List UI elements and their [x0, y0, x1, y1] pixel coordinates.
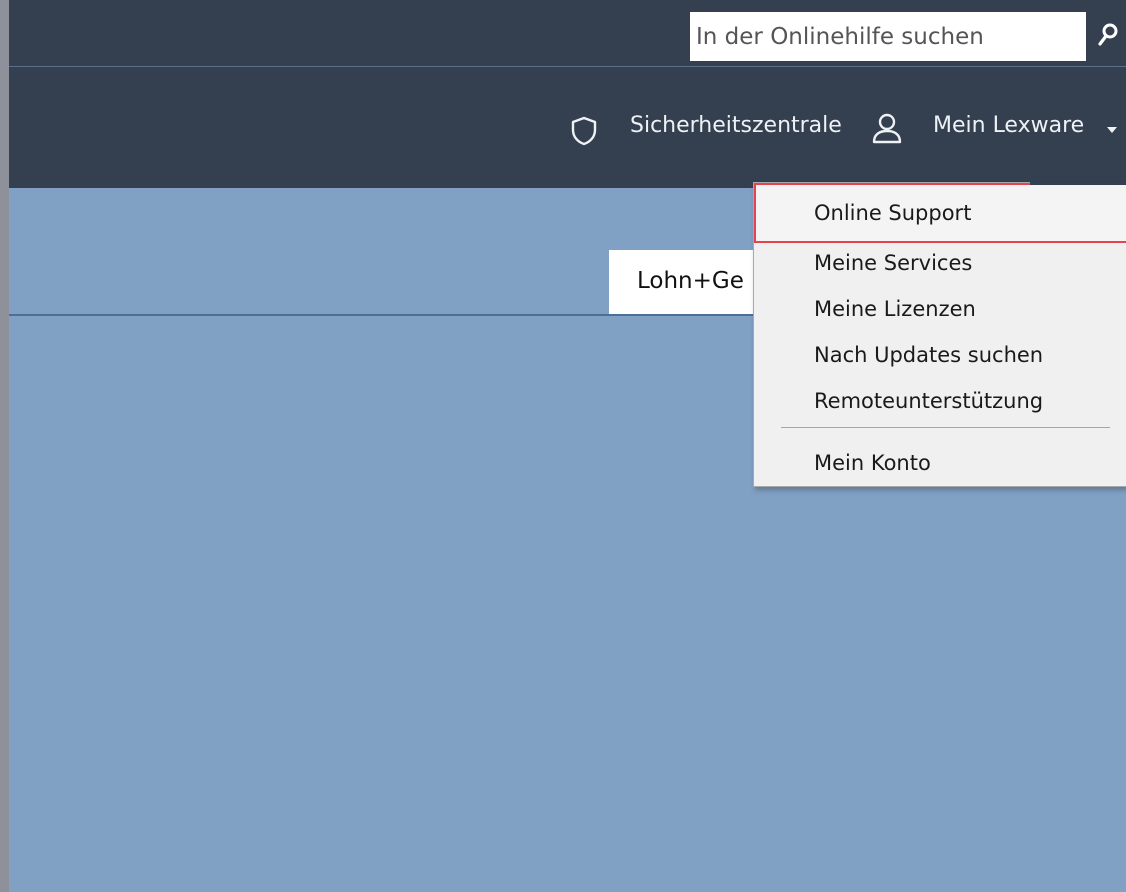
user-icon[interactable]: [871, 112, 903, 144]
menu-item-meine-lizenzen[interactable]: Meine Lizenzen: [754, 289, 1126, 329]
menu-item-updates-suchen[interactable]: Nach Updates suchen: [754, 335, 1126, 375]
tab-lohn-gehalt[interactable]: Lohn+Ge: [609, 250, 759, 314]
menu-item-mein-konto[interactable]: Mein Konto: [754, 443, 1126, 483]
security-center-link[interactable]: Sicherheitszentrale: [630, 113, 842, 138]
dropdown-top-edge: [1030, 182, 1126, 185]
chevron-down-icon[interactable]: [1106, 125, 1118, 135]
help-search-input[interactable]: [690, 12, 1086, 61]
account-menu-button[interactable]: Mein Lexware: [933, 113, 1084, 138]
shield-icon[interactable]: [570, 116, 598, 146]
header-divider: [9, 66, 1126, 67]
window-edge: [0, 0, 9, 892]
menu-separator: [781, 427, 1110, 428]
tab-label: Lohn+Ge: [637, 268, 744, 294]
menu-item-online-support[interactable]: Online Support: [754, 183, 1126, 243]
search-icon[interactable]: [1096, 22, 1120, 48]
menu-item-remoteunterstuetzung[interactable]: Remoteunterstützung: [754, 381, 1126, 421]
menu-item-meine-services[interactable]: Meine Services: [754, 243, 1126, 283]
account-dropdown-menu: Online Support Meine Services Meine Lize…: [753, 182, 1126, 487]
